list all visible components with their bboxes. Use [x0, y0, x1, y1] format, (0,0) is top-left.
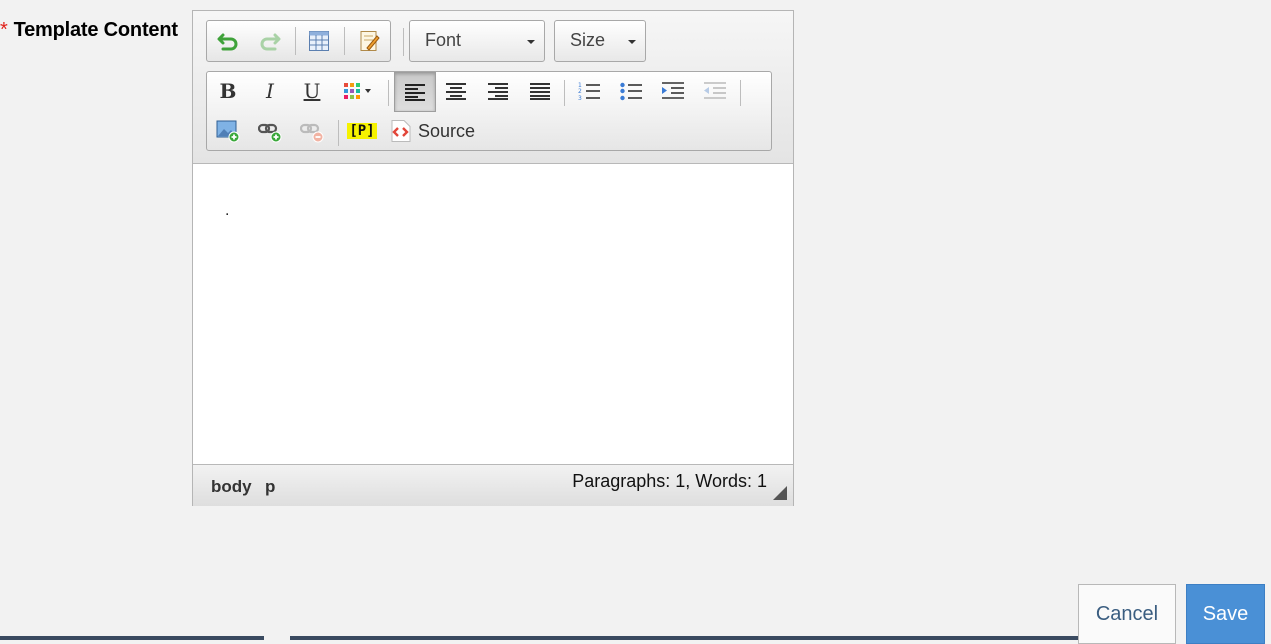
editor-toolbar: Font Size B I U 1 2 3 [P] Source — [193, 11, 793, 164]
svg-text:3: 3 — [578, 95, 582, 101]
align-left-button[interactable] — [394, 72, 436, 112]
undo-icon — [217, 33, 238, 51]
editor-content-area[interactable]: . — [193, 164, 793, 462]
indent-button[interactable] — [656, 74, 690, 108]
footer-divider — [290, 636, 1078, 640]
toolbar-separator — [295, 27, 296, 55]
insert-placeholder-button[interactable]: [P] — [345, 114, 379, 148]
chevron-down-icon — [527, 40, 535, 44]
align-right-button[interactable] — [481, 74, 515, 108]
resize-handle[interactable] — [773, 486, 787, 500]
font-dropdown-label: Font — [425, 30, 462, 50]
path-item-body[interactable]: body — [211, 477, 252, 497]
image-icon — [216, 120, 240, 143]
numbered-list-icon: 123 — [578, 82, 600, 101]
align-justify-button[interactable] — [523, 74, 557, 108]
toolbar-separator — [403, 28, 404, 56]
table-icon — [309, 31, 329, 51]
word-count: Paragraphs: 1, Words: 1 — [572, 471, 767, 491]
numbered-list-button[interactable]: 123 — [572, 74, 606, 108]
placeholder-icon: [P] — [347, 123, 377, 139]
toolbar-separator — [338, 120, 339, 146]
indent-icon — [662, 82, 684, 99]
table-button[interactable] — [302, 24, 336, 58]
bulleted-list-icon — [620, 82, 642, 101]
editor-status-bar: body p Paragraphs: 1, Words: 1 — [193, 464, 793, 506]
italic-icon: I — [266, 79, 274, 103]
underline-button[interactable]: U — [295, 74, 329, 108]
toolbar-separator — [740, 80, 741, 106]
template-icon — [360, 31, 380, 51]
source-code-icon — [391, 120, 411, 142]
history-group — [206, 20, 391, 62]
insert-link-button[interactable] — [253, 114, 287, 148]
required-marker: * — [0, 19, 8, 41]
toolbar-separator — [564, 80, 565, 106]
svg-text:2: 2 — [578, 88, 582, 95]
footer-divider — [0, 636, 264, 640]
toolbar-separator — [388, 80, 389, 106]
size-dropdown[interactable]: Size — [554, 20, 646, 62]
align-left-icon — [405, 84, 425, 101]
redo-icon — [260, 33, 281, 51]
link-icon — [258, 123, 282, 143]
formatting-group: B I U 1 2 3 [P] Source — [206, 71, 772, 151]
save-button[interactable]: Save — [1186, 584, 1265, 644]
path-item-p[interactable]: p — [265, 477, 275, 497]
undo-button[interactable] — [211, 24, 245, 58]
align-justify-icon — [530, 83, 550, 100]
align-right-icon — [488, 83, 508, 100]
redo-button[interactable] — [253, 24, 287, 58]
chevron-down-icon — [628, 40, 636, 44]
remove-link-button[interactable] — [295, 114, 329, 148]
outdent-icon — [704, 82, 726, 99]
bulleted-list-button[interactable] — [614, 74, 648, 108]
unlink-icon — [300, 123, 324, 143]
text-color-button[interactable] — [339, 74, 379, 108]
bold-button[interactable]: B — [211, 74, 245, 108]
insert-image-button[interactable] — [211, 114, 245, 148]
templates-button[interactable] — [352, 24, 386, 58]
italic-button[interactable]: I — [253, 74, 287, 108]
align-center-icon — [446, 83, 466, 100]
size-dropdown-label: Size — [570, 30, 606, 50]
field-label-text: Template Content — [13, 19, 178, 41]
content-paragraph: . — [225, 202, 230, 219]
field-label: * Template Content — [0, 19, 178, 42]
source-button[interactable]: Source — [390, 116, 475, 146]
cancel-button[interactable]: Cancel — [1078, 584, 1176, 644]
rich-text-editor: Font Size B I U 1 2 3 [P] Source . body … — [192, 10, 794, 506]
align-center-button[interactable] — [439, 74, 473, 108]
source-button-label: Source — [418, 120, 476, 141]
toolbar-separator — [344, 27, 345, 55]
underline-icon: U — [303, 79, 321, 103]
color-palette-icon — [344, 83, 371, 99]
font-dropdown[interactable]: Font — [409, 20, 545, 62]
bold-icon: B — [219, 79, 237, 103]
outdent-button[interactable] — [698, 74, 732, 108]
